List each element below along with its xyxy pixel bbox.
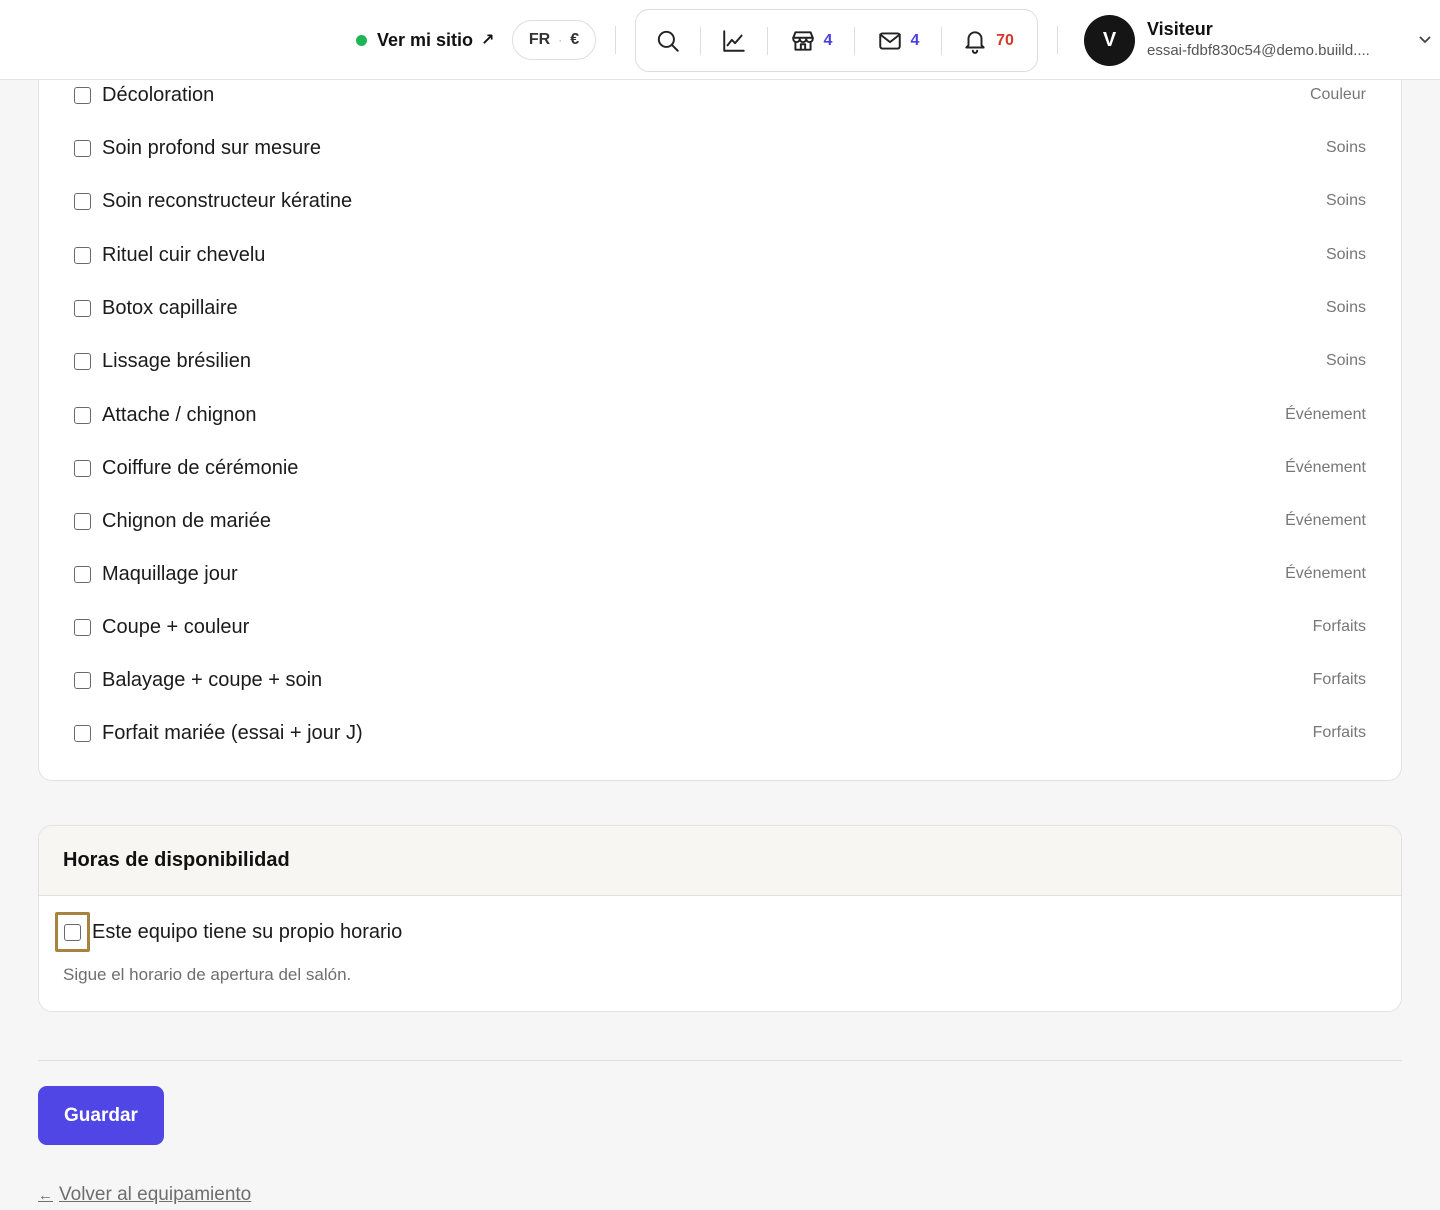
service-checkbox[interactable] — [74, 565, 91, 583]
service-row[interactable]: Coiffure de cérémonie Événement — [74, 453, 1366, 483]
store-icon — [791, 30, 814, 51]
service-category: Événement — [1285, 512, 1366, 529]
own-schedule-checkbox[interactable] — [55, 912, 90, 952]
service-checkbox[interactable] — [74, 724, 91, 742]
divider — [38, 1060, 1402, 1061]
service-row[interactable]: Balayage + coupe + soin Forfaits — [74, 665, 1366, 695]
service-row[interactable]: Coupe + couleur Forfaits — [74, 612, 1366, 642]
service-category: Forfaits — [1312, 671, 1366, 688]
service-category: Événement — [1285, 406, 1366, 423]
service-row[interactable]: Soin profond sur mesure Soins — [74, 133, 1366, 163]
messages-count-badge: 4 — [910, 31, 920, 49]
mail-icon — [878, 31, 901, 50]
service-checkbox[interactable] — [74, 86, 91, 104]
service-checkbox[interactable] — [74, 459, 91, 477]
notifications-count-badge: 70 — [996, 31, 1014, 49]
service-name: Maquillage jour — [102, 562, 238, 585]
toolbar: 4 4 70 — [635, 9, 1038, 72]
service-checkbox[interactable] — [74, 618, 91, 636]
service-checkbox[interactable] — [74, 299, 91, 317]
service-name: Coupe + couleur — [102, 615, 250, 638]
service-checkbox[interactable] — [74, 671, 91, 689]
service-category: Forfaits — [1312, 618, 1366, 635]
locale-currency-selector[interactable]: FR · € — [512, 20, 596, 60]
service-name: Botox capillaire — [102, 296, 238, 319]
divider — [1057, 26, 1058, 54]
service-checkbox[interactable] — [74, 139, 91, 157]
bell-icon — [965, 30, 985, 54]
service-category: Soins — [1325, 246, 1366, 263]
service-checkbox[interactable] — [74, 246, 91, 264]
availability-card: Horas de disponibilidad Este equipo tien… — [38, 825, 1402, 1012]
avatar[interactable]: V — [1084, 15, 1135, 66]
online-status-dot — [356, 34, 367, 46]
service-name: Chignon de mariée — [102, 509, 271, 532]
service-row[interactable]: Forfait mariée (essai + jour J) Forfaits — [74, 718, 1366, 748]
service-checkbox[interactable] — [74, 192, 91, 210]
divider — [615, 26, 616, 54]
service-category: Soins — [1325, 192, 1366, 209]
service-checkbox[interactable] — [74, 352, 91, 370]
service-category: Soins — [1325, 139, 1366, 156]
arrow-up-right-icon: ↗ — [481, 32, 495, 49]
service-name: Rituel cuir chevelu — [102, 243, 266, 266]
service-name: Lissage brésilien — [102, 349, 251, 372]
service-row[interactable]: Botox capillaire Soins — [74, 293, 1366, 323]
locale-separator: · — [558, 33, 563, 47]
availability-help-text: Sigue el horario de apertura del salón. — [63, 965, 352, 984]
service-row[interactable]: Maquillage jour Événement — [74, 559, 1366, 589]
currency-symbol: € — [570, 31, 580, 48]
service-row[interactable]: Chignon de mariée Événement — [74, 506, 1366, 536]
service-name: Attache / chignon — [102, 403, 257, 426]
arrow-left-icon: ← — [38, 1187, 53, 1204]
service-row[interactable]: Rituel cuir chevelu Soins — [74, 240, 1366, 270]
store-count-badge: 4 — [823, 31, 833, 49]
own-schedule-option[interactable]: Este equipo tiene su propio horario — [55, 912, 402, 952]
service-category: Couleur — [1309, 86, 1366, 103]
view-site-label: Ver mi sitio — [377, 29, 474, 50]
analytics-button[interactable] — [701, 10, 767, 71]
view-site-link[interactable]: Ver mi sitio ↗ — [356, 26, 494, 54]
checkbox-box — [64, 923, 81, 941]
search-button[interactable] — [636, 10, 700, 71]
user-email: essai-fdbf830c54@demo.buiild.... — [1147, 42, 1370, 59]
service-name: Soin reconstructeur kératine — [102, 189, 353, 212]
top-bar: Ver mi sitio ↗ FR · € 4 4 70 V Visiteur … — [0, 0, 1440, 80]
service-row[interactable]: Soin reconstructeur kératine Soins — [74, 186, 1366, 216]
service-checkbox[interactable] — [74, 512, 91, 530]
service-category: Événement — [1285, 459, 1366, 476]
search-icon — [657, 30, 679, 52]
service-name: Balayage + coupe + soin — [102, 668, 323, 691]
service-name: Forfait mariée (essai + jour J) — [102, 721, 363, 744]
messages-button[interactable]: 4 — [855, 10, 941, 71]
service-category: Forfaits — [1312, 724, 1366, 741]
service-name: Soin profond sur mesure — [102, 136, 322, 159]
user-menu-toggle[interactable] — [1417, 31, 1433, 47]
service-name: Coiffure de cérémonie — [102, 456, 299, 479]
service-name: Décoloration — [102, 83, 215, 106]
chevron-down-icon — [1419, 36, 1431, 44]
service-category: Soins — [1325, 352, 1366, 369]
notifications-button[interactable]: 70 — [942, 10, 1034, 71]
save-button[interactable]: Guardar — [38, 1086, 164, 1145]
availability-title: Horas de disponibilidad — [63, 849, 290, 871]
availability-header: Horas de disponibilidad — [39, 826, 1401, 896]
service-row[interactable]: Décoloration Couleur — [74, 80, 1366, 110]
back-link-label: Volver al equipamiento — [59, 1184, 252, 1205]
store-button[interactable]: 4 — [768, 10, 854, 71]
locale-code: FR — [528, 31, 551, 48]
back-to-equipment-link[interactable]: ← Volver al equipamiento — [38, 1184, 251, 1206]
service-row[interactable]: Lissage brésilien Soins — [74, 346, 1366, 376]
user-name: Visiteur — [1147, 19, 1213, 39]
service-category: Événement — [1285, 565, 1366, 582]
service-checkbox[interactable] — [74, 406, 91, 424]
chart-icon — [723, 29, 745, 52]
service-row[interactable]: Attache / chignon Événement — [74, 400, 1366, 430]
own-schedule-label[interactable]: Este equipo tiene su propio horario — [92, 921, 402, 944]
service-category: Soins — [1325, 299, 1366, 316]
